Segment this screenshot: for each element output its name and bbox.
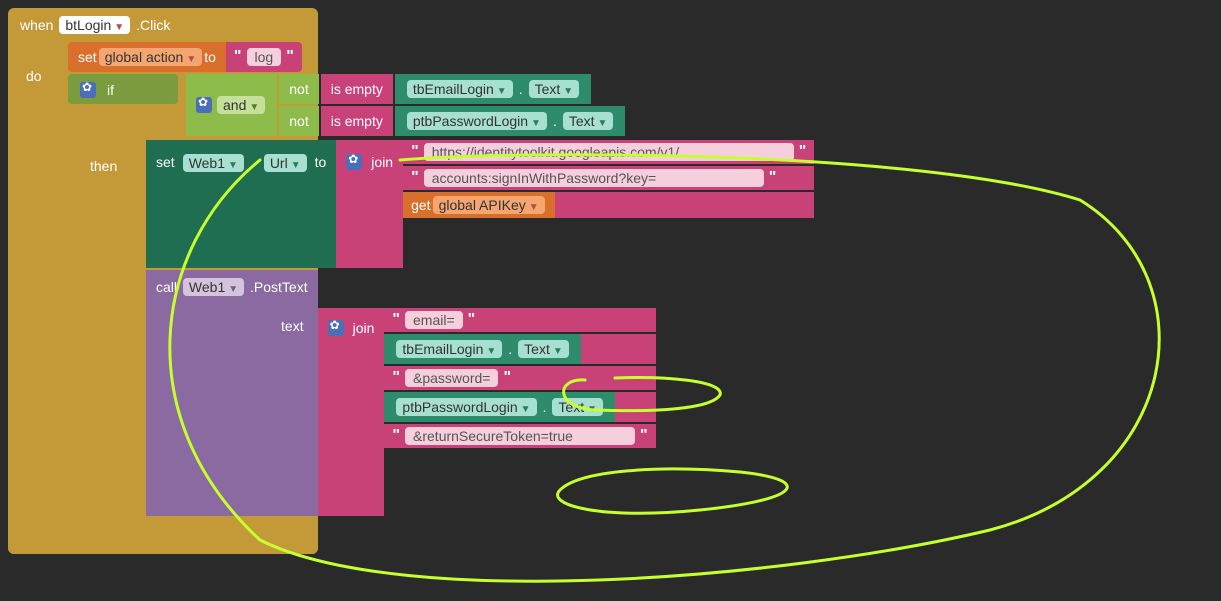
literal-value[interactable]: &returnSecureToken=true <box>405 427 635 445</box>
join-keyword: join <box>353 320 375 336</box>
dot: . <box>553 113 557 129</box>
gear-icon[interactable] <box>328 320 344 336</box>
close-quote: " <box>286 48 294 66</box>
url-text[interactable]: accounts:signInWithPassword?key= <box>424 169 764 187</box>
to-keyword: to <box>315 154 327 170</box>
join-arg-apikey[interactable]: get global APIKey▼ <box>403 192 814 218</box>
dot: . <box>519 81 523 97</box>
text-param-label: text <box>281 318 304 334</box>
prop-dropdown[interactable]: Text▼ <box>518 340 569 358</box>
comp-dropdown[interactable]: tbEmailLogin▼ <box>407 80 513 98</box>
join-arg-email-label[interactable]: "email=" <box>384 308 655 332</box>
not-block[interactable]: not <box>279 106 318 136</box>
set-keyword: set <box>78 49 97 65</box>
when-keyword: when <box>20 17 53 33</box>
web-comp-dropdown[interactable]: Web1▼ <box>183 154 244 172</box>
method-name: .PostText <box>250 279 308 295</box>
join-arg-password-label[interactable]: "&password=" <box>384 366 655 390</box>
isempty-block[interactable]: is empty <box>321 106 393 136</box>
prop-dropdown[interactable]: Text▼ <box>563 112 614 130</box>
dot: . <box>543 399 547 415</box>
and-dropdown[interactable]: and▼ <box>217 96 265 114</box>
not-block[interactable]: not <box>279 74 318 104</box>
apikey-dropdown[interactable]: global APIKey▼ <box>433 196 545 214</box>
open-quote: " <box>234 48 242 66</box>
string-literal-log[interactable]: " log " <box>226 42 302 72</box>
dot: . <box>508 341 512 357</box>
url-text[interactable]: https://identitytoolkit.googleapis.com/v… <box>424 143 794 161</box>
prop-block-password[interactable]: ptbPasswordLogin▼ . Text▼ <box>395 106 626 136</box>
call-keyword: call <box>156 279 177 295</box>
join-arg-url1[interactable]: "https://identitytoolkit.googleapis.com/… <box>403 140 814 164</box>
event-name: .Click <box>136 17 170 33</box>
join-arg-url2[interactable]: "accounts:signInWithPassword?key=" <box>403 166 814 190</box>
literal-value[interactable]: &password= <box>405 369 498 387</box>
literal-value[interactable]: email= <box>405 311 463 329</box>
prop-block-email[interactable]: tbEmailLogin▼ . Text▼ <box>395 74 591 104</box>
join-arg-returntoken[interactable]: "&returnSecureToken=true" <box>384 424 655 448</box>
web-prop-dropdown[interactable]: Url▼ <box>264 154 307 172</box>
var-dropdown[interactable]: global action▼ <box>99 48 203 66</box>
then-keyword: then <box>90 158 117 174</box>
prop-dropdown[interactable]: Text▼ <box>529 80 580 98</box>
call-posttext-row[interactable]: call Web1▼ .PostText text join <box>146 270 318 516</box>
if-block[interactable]: if <box>68 74 178 104</box>
join-keyword: join <box>371 154 393 170</box>
literal-value[interactable]: log <box>247 48 282 66</box>
get-keyword: get <box>411 197 430 213</box>
comp-dropdown[interactable]: ptbPasswordLogin▼ <box>396 398 536 416</box>
if-keyword: if <box>107 82 114 98</box>
when-event-block[interactable]: when btLogin▼ .Click do set global actio… <box>8 8 318 554</box>
web-comp-dropdown[interactable]: Web1▼ <box>183 278 244 296</box>
gear-icon[interactable] <box>346 154 362 170</box>
do-keyword: do <box>26 68 42 84</box>
set-keyword: set <box>156 154 175 170</box>
comp-dropdown[interactable]: ptbPasswordLogin▼ <box>407 112 547 130</box>
join-arg-email-value[interactable]: tbEmailLogin▼ . Text▼ <box>384 334 655 364</box>
set-action-block[interactable]: set global action▼ to <box>68 42 226 72</box>
isempty-block[interactable]: is empty <box>321 74 393 104</box>
prop-dropdown[interactable]: Text▼ <box>552 398 603 416</box>
set-web-url-row[interactable]: set Web1▼ . Url▼ to join "https <box>146 140 318 268</box>
component-dropdown[interactable]: btLogin▼ <box>59 16 130 34</box>
and-block[interactable]: and▼ <box>186 74 277 136</box>
join-arg-password-value[interactable]: ptbPasswordLogin▼ . Text▼ <box>384 392 655 422</box>
comp-dropdown[interactable]: tbEmailLogin▼ <box>396 340 502 358</box>
gear-icon[interactable] <box>80 82 96 98</box>
to-keyword: to <box>204 49 216 65</box>
gear-icon[interactable] <box>196 97 212 113</box>
dot: . <box>252 154 256 170</box>
